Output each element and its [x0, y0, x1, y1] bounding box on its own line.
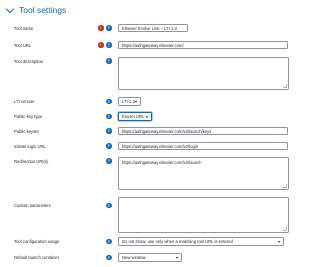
- tool-name-input[interactable]: Elsevier Evolve Link – LTI 1.3: [118, 24, 188, 32]
- lti-version-value: LTI 1.3: [122, 99, 135, 104]
- public-key-type-select[interactable]: Keyset URL: [118, 112, 152, 121]
- help-icon[interactable]: ?: [106, 58, 112, 64]
- required-icon: !: [98, 42, 104, 48]
- chevron-down-icon: [135, 100, 137, 103]
- help-icon[interactable]: ?: [106, 158, 112, 164]
- redirection-uris-value: https://authgateway.elsevier.com/v2/laun…: [122, 160, 202, 165]
- help-icon[interactable]: ?: [106, 113, 112, 119]
- redirection-uris-textarea[interactable]: https://authgateway.elsevier.com/v2/laun…: [118, 157, 289, 190]
- custom-parameters-label: Custom parameters: [14, 203, 51, 208]
- help-icon[interactable]: ?: [106, 98, 112, 104]
- lti-version-select[interactable]: LTI 1.3: [118, 97, 141, 106]
- resize-grip-icon[interactable]: [283, 84, 287, 88]
- help-icon[interactable]: ?: [106, 143, 112, 149]
- chevron-down-icon: [146, 115, 148, 118]
- default-launch-container-label: Default launch container: [14, 255, 60, 260]
- tool-configuration-usage-value: Do not show; use only when a matching to…: [122, 239, 233, 244]
- default-launch-container-value: New window: [122, 255, 146, 260]
- public-keyset-input[interactable]: https://authgateway.elsevier.com/v2/laun…: [118, 127, 288, 135]
- tool-description-label: Tool description: [14, 58, 44, 64]
- tool-url-input[interactable]: https://authgateway.elsevier.com/: [118, 41, 288, 49]
- required-icon: !: [98, 25, 104, 31]
- chevron-down-icon: [176, 256, 178, 259]
- public-keyset-label: Public keyset: [14, 128, 39, 134]
- help-icon[interactable]: ?: [106, 25, 112, 31]
- tool-name-label: Tool name: [14, 25, 34, 31]
- redirection-uris-label: Redirection URI(s): [14, 158, 49, 164]
- tool-url-label: Tool URL: [14, 42, 32, 48]
- resize-grip-icon[interactable]: [283, 227, 287, 231]
- help-icon[interactable]: ?: [106, 254, 112, 260]
- initiate-login-url-input[interactable]: https://authgateway.elsevier.com/v2/logi…: [118, 142, 288, 150]
- chevron-down-icon: [278, 240, 280, 243]
- resize-grip-icon[interactable]: [283, 184, 287, 188]
- custom-parameters-textarea[interactable]: [118, 197, 289, 233]
- public-key-type-value: Keyset URL: [122, 114, 145, 119]
- section-title: Tool settings: [19, 5, 67, 15]
- lti-version-label: LTI version: [14, 99, 35, 104]
- section-toggle[interactable]: Tool settings: [5, 4, 67, 16]
- help-icon[interactable]: ?: [106, 42, 112, 48]
- help-icon[interactable]: ?: [106, 238, 112, 244]
- default-launch-container-select[interactable]: New window: [118, 253, 182, 262]
- tool-settings-panel: Tool settings Tool name ! ? Elsevier Evo…: [0, 0, 300, 267]
- tool-configuration-usage-select[interactable]: Do not show; use only when a matching to…: [118, 237, 284, 246]
- help-icon[interactable]: ?: [106, 128, 112, 134]
- tool-configuration-usage-label: Tool configuration usage: [14, 239, 60, 244]
- tool-description-textarea[interactable]: [118, 57, 289, 90]
- initiate-login-url-label: Initiate login URL: [14, 143, 46, 149]
- chevron-down-icon: [5, 4, 15, 13]
- public-key-type-label: Public key type: [14, 114, 43, 119]
- help-icon[interactable]: ?: [106, 202, 112, 208]
